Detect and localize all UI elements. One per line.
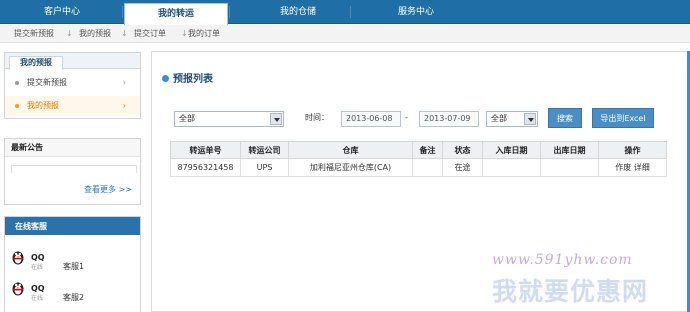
tab-my-storage[interactable]: 我的仓储	[246, 0, 350, 24]
title-bullet-icon	[162, 75, 169, 82]
page-title: 预报列表	[162, 70, 213, 85]
cell-tracking-no: 87956321458	[170, 158, 241, 177]
cell-in-date	[482, 158, 541, 177]
arrow-down-icon: ↓	[66, 29, 73, 38]
sidebar-item-my-forecast[interactable]: 我的预报 ›	[5, 96, 140, 116]
nav-divider	[122, 6, 123, 18]
sidebar-item-submit-forecast[interactable]: 提交新预报 ›	[5, 73, 140, 93]
cell-carrier: UPS	[240, 158, 289, 177]
qq-label: QQ	[31, 284, 45, 293]
service-header: 在线客服	[5, 217, 140, 235]
view-more-link[interactable]: 查看更多 >>	[84, 184, 132, 195]
notice-panel: 最新公告 查看更多 >>	[4, 138, 141, 205]
col-header-warehouse: 仓库	[288, 141, 413, 159]
subnav-link-my-orders[interactable]: 我的订单	[188, 26, 220, 42]
status-select[interactable]: 全部	[486, 111, 538, 127]
time-label: 时间：	[305, 113, 329, 122]
agent-name: 客服2	[63, 293, 85, 302]
tab-my-forwarding[interactable]: 我的转运	[124, 3, 228, 25]
tab-customer-center[interactable]: 客户中心	[10, 0, 114, 24]
sidebar-item-label: 提交新预报	[27, 78, 67, 87]
date-range-dash: -	[405, 113, 408, 122]
qq-agent-1[interactable]: QQ 在线 客服1	[9, 249, 129, 277]
sidebar-title: 我的预报	[9, 56, 63, 70]
col-header-carrier: 转运公司	[240, 141, 289, 159]
nav-divider	[229, 6, 230, 18]
service-title: 在线客服	[15, 222, 47, 231]
qq-penguin-icon	[12, 282, 24, 296]
col-header-actions: 操作	[598, 141, 667, 159]
qq-label: QQ	[31, 253, 45, 262]
col-header-remark: 备注	[412, 141, 443, 159]
qq-penguin-icon	[12, 251, 24, 265]
bullet-icon	[15, 104, 19, 108]
subnav-link-submit-forecast[interactable]: 提交新预报	[14, 26, 54, 42]
search-button[interactable]: 搜索	[548, 108, 582, 128]
subnav-link-submit-order[interactable]: 提交订单	[134, 26, 166, 42]
sub-nav: 提交新预报 ↓ 我的预报 ↓ 提交订单 ↓ 我的订单	[0, 25, 690, 43]
notice-title: 最新公告	[5, 139, 140, 157]
arrow-down-icon: ↓	[121, 29, 128, 38]
bullet-icon	[15, 81, 19, 85]
col-header-status: 状态	[442, 141, 483, 159]
nav-divider	[350, 6, 351, 18]
cell-actions[interactable]: 作废 详细	[598, 158, 667, 177]
cell-out-date	[540, 158, 599, 177]
watermark-url: www.591yhw.com	[492, 252, 633, 268]
chevron-down-icon	[524, 113, 536, 125]
tab-service-center[interactable]: 服务中心	[364, 0, 468, 24]
sidebar-menu: 我的预报 提交新预报 › 我的预报 ›	[4, 52, 141, 119]
chevron-down-icon	[270, 113, 282, 125]
qq-status: 在线	[31, 295, 44, 302]
date-to-input[interactable]: 2013-07-09	[419, 111, 479, 127]
date-from-input[interactable]: 2013-06-08	[341, 111, 401, 127]
watermark-logo: 我就要优惠网	[492, 277, 649, 306]
cell-warehouse: 加利福尼亚州仓库(CA)	[288, 158, 413, 177]
table-header-row: 转运单号 转运公司 仓库 备注 状态 入库日期 出库日期 操作	[170, 141, 667, 159]
cell-remark	[412, 158, 443, 177]
col-header-in-date: 入库日期	[482, 141, 541, 159]
online-service-panel: 在线客服 QQ 在线 客服1 QQ 在线 客服2	[4, 216, 141, 312]
col-header-out-date: 出库日期	[540, 141, 599, 159]
top-nav: 客户中心 我的转运 我的仓储 服务中心	[0, 0, 690, 25]
chevron-right-icon: ›	[122, 101, 126, 110]
sidebar-item-label: 我的预报	[27, 101, 59, 110]
export-excel-button[interactable]: 导出到Excel	[592, 108, 654, 128]
cell-status: 在途	[442, 158, 483, 177]
qq-agent-2[interactable]: QQ 在线 客服2	[9, 280, 129, 308]
agent-name: 客服1	[63, 262, 85, 271]
chevron-right-icon: ›	[122, 78, 126, 87]
notice-list	[11, 165, 137, 173]
subnav-link-my-forecast[interactable]: 我的预报	[79, 26, 111, 42]
sidebar-header: 我的预报	[5, 53, 140, 70]
warehouse-select[interactable]: 全部	[174, 111, 284, 127]
qq-status: 在线	[31, 264, 44, 271]
forecast-table: 转运单号 转运公司 仓库 备注 状态 入库日期 出库日期 操作 87956321…	[170, 141, 667, 177]
arrow-down-icon: ↓	[181, 29, 188, 38]
table-row: 87956321458 UPS 加利福尼亚州仓库(CA) 在途 作废 详细	[170, 158, 667, 177]
col-header-tracking-no: 转运单号	[170, 141, 241, 159]
